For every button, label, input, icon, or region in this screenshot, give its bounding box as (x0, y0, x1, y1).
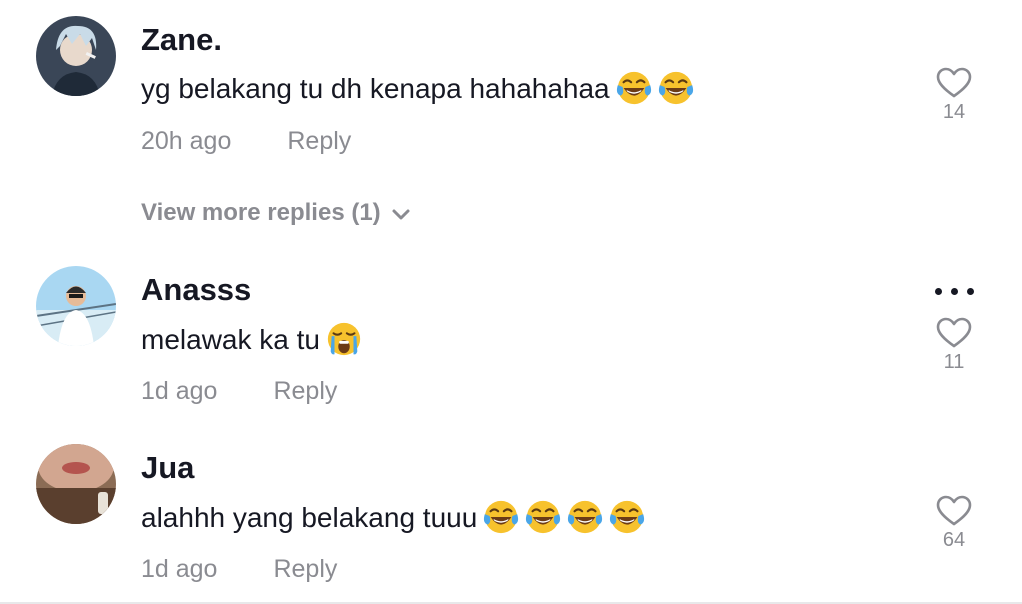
heart-outline-icon (936, 317, 972, 349)
avatar[interactable] (36, 266, 116, 346)
reply-button[interactable]: Reply (273, 555, 337, 583)
tears-of-joy-emoji-icon (615, 69, 653, 107)
view-more-replies-button[interactable]: View more replies (1) (141, 199, 411, 227)
more-dots-icon-dot (951, 288, 958, 295)
timestamp: 1d ago (141, 555, 218, 583)
like-button[interactable]: 64 (930, 495, 978, 552)
like-button[interactable]: 14 (930, 67, 978, 124)
tears-of-joy-emoji-icon (608, 498, 646, 536)
comment-meta: 1d ago Reply (141, 555, 337, 584)
reply-button[interactable]: Reply (287, 127, 351, 155)
comment-meta: 20h ago Reply (141, 127, 351, 156)
timestamp: 20h ago (141, 127, 232, 155)
more-dots-icon-dot (967, 288, 974, 295)
comment-text: melawak ka tu (141, 320, 363, 358)
view-more-replies-label: View more replies (1) (141, 199, 381, 226)
comment-text: yg belakang tu dh kenapa hahahahaa (141, 69, 695, 107)
username[interactable]: Zane. (141, 22, 222, 58)
like-count: 64 (942, 529, 966, 551)
username[interactable]: Jua (141, 450, 194, 486)
reply-button[interactable]: Reply (273, 377, 337, 405)
more-options-button[interactable] (933, 286, 977, 296)
heart-outline-icon (936, 495, 972, 527)
like-button[interactable]: 11 (930, 317, 978, 374)
tears-of-joy-emoji-icon (657, 69, 695, 107)
avatar[interactable] (36, 444, 116, 524)
comment-text-content: melawak ka tu (141, 324, 320, 355)
timestamp: 1d ago (141, 377, 218, 405)
tears-of-joy-emoji-icon (482, 498, 520, 536)
heart-outline-icon (936, 67, 972, 99)
comment-text-content: alahhh yang belakang tuuu (141, 502, 478, 533)
tears-of-joy-emoji-icon (524, 498, 562, 536)
chevron-down-icon (392, 209, 410, 220)
username[interactable]: Anasss (141, 272, 251, 308)
avatar[interactable] (36, 16, 116, 96)
tears-of-joy-emoji-icon (566, 498, 604, 536)
comment-meta: 1d ago Reply (141, 377, 337, 406)
like-count: 14 (942, 101, 966, 123)
more-dots-icon (935, 288, 942, 295)
comment-text-content: yg belakang tu dh kenapa hahahahaa (141, 73, 610, 104)
loudly-crying-emoji-icon (325, 320, 363, 358)
comment-text: alahhh yang belakang tuuu (141, 498, 646, 536)
like-count: 11 (943, 351, 965, 373)
